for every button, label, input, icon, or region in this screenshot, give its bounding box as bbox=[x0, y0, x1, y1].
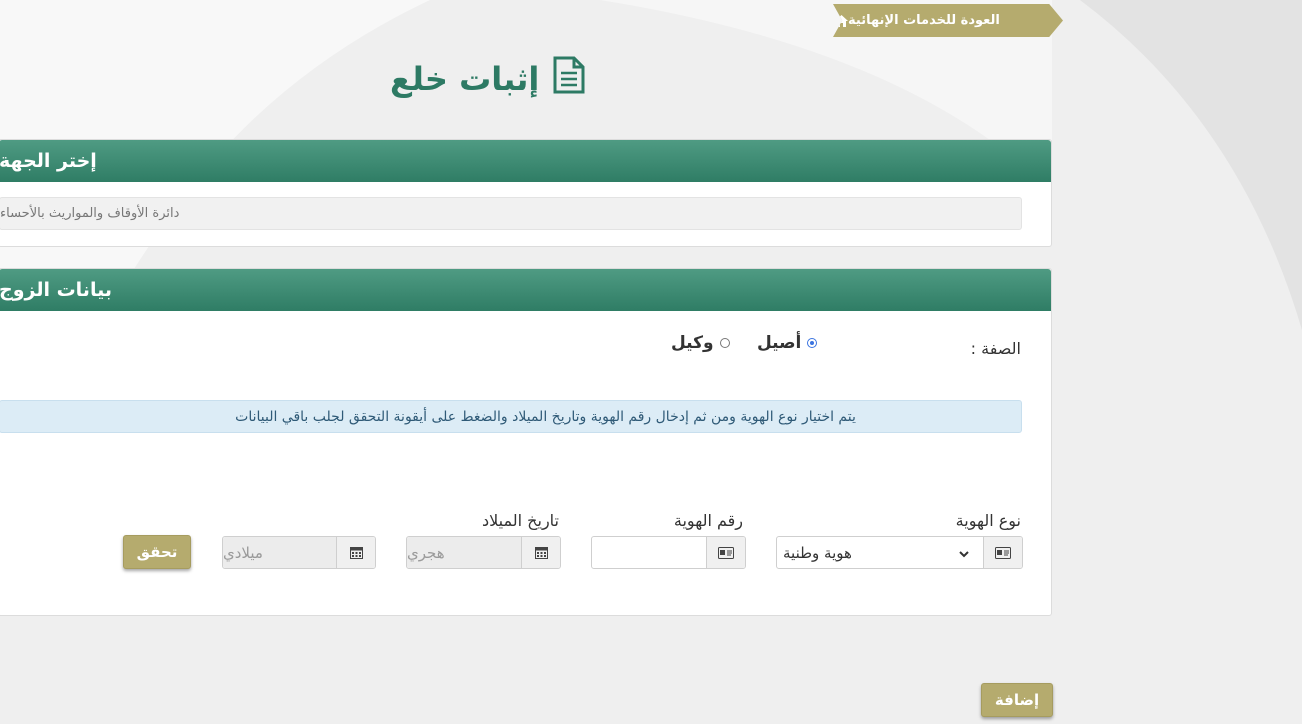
birth-date-label: تاريخ الميلاد bbox=[482, 511, 559, 530]
husband-card-title: بيانات الزوج bbox=[0, 279, 112, 301]
agency-card-title: إختر الجهة bbox=[0, 150, 97, 172]
id-type-select[interactable]: هوية وطنية bbox=[776, 536, 1023, 569]
document-icon bbox=[553, 56, 585, 102]
role-option-agent-label: وكيل bbox=[671, 333, 714, 353]
id-number-input[interactable] bbox=[591, 536, 746, 569]
page-title: إثبات خلع bbox=[390, 60, 540, 98]
role-option-agent[interactable]: وكيل bbox=[671, 333, 730, 353]
id-number-field[interactable] bbox=[592, 537, 706, 568]
back-to-services-label: العودة للخدمات الإنهائية bbox=[848, 13, 1000, 28]
husband-data-card: بيانات الزوج الصفة : أصيل وكيل يتم اختيا… bbox=[0, 268, 1052, 616]
add-button[interactable]: إضافة bbox=[981, 683, 1053, 717]
info-alert: يتم اختيار نوع الهوية ومن ثم إدخال رقم ا… bbox=[0, 400, 1022, 433]
id-type-value: هوية وطنية bbox=[783, 543, 852, 562]
page-title-group: إثبات خلع bbox=[390, 54, 585, 104]
verify-button[interactable]: تحقق bbox=[123, 535, 191, 569]
calendar-icon[interactable] bbox=[336, 537, 375, 568]
husband-card-header: بيانات الزوج bbox=[0, 269, 1051, 311]
gregorian-date-placeholder[interactable]: ميلادي bbox=[223, 537, 336, 568]
agency-select[interactable]: دائرة الأوقاف والمواريث بالأحساء bbox=[0, 197, 1022, 230]
back-to-services-link[interactable]: العودة للخدمات الإنهائية bbox=[833, 4, 1063, 37]
hijri-date-placeholder[interactable]: هجري bbox=[407, 537, 521, 568]
id-type-select-body[interactable]: هوية وطنية bbox=[777, 537, 983, 568]
role-label: الصفة : bbox=[970, 339, 1021, 358]
role-principal-radio[interactable] bbox=[807, 338, 818, 348]
id-type-label: نوع الهوية bbox=[955, 511, 1021, 530]
chevron-down-icon bbox=[959, 544, 969, 562]
role-agent-radio[interactable] bbox=[719, 338, 730, 348]
agency-card-header: إختر الجهة bbox=[0, 140, 1051, 182]
gregorian-date-input[interactable]: ميلادي bbox=[222, 536, 376, 569]
agency-select-value: دائرة الأوقاف والمواريث بالأحساء bbox=[0, 206, 180, 221]
id-card-icon bbox=[983, 537, 1022, 568]
hijri-date-input[interactable]: هجري bbox=[406, 536, 561, 569]
role-option-principal-label: أصيل bbox=[757, 333, 802, 353]
info-alert-text: يتم اختيار نوع الهوية ومن ثم إدخال رقم ا… bbox=[235, 408, 856, 425]
calendar-icon[interactable] bbox=[521, 537, 560, 568]
role-option-principal[interactable]: أصيل bbox=[757, 333, 818, 353]
id-number-label: رقم الهوية bbox=[673, 511, 743, 530]
id-card-icon bbox=[706, 537, 745, 568]
agency-card: إختر الجهة دائرة الأوقاف والمواريث بالأح… bbox=[0, 139, 1052, 247]
